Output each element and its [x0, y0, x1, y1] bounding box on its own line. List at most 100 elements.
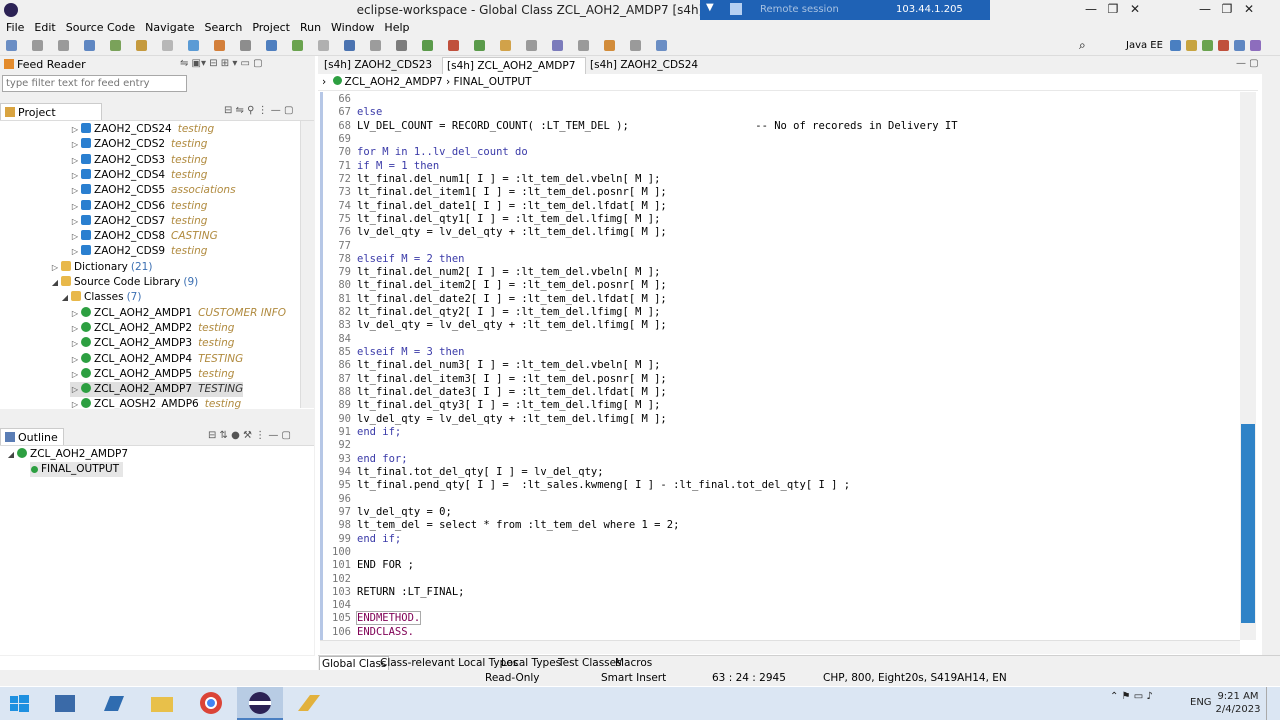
- tree-item[interactable]: ▷ ZCL_AOH2_AMDP4 TESTING: [70, 352, 243, 367]
- tree-item[interactable]: ▷ ZCL_AOH2_AMDP3 testing: [70, 336, 234, 351]
- toolbar-icon[interactable]: [318, 40, 329, 51]
- code-line[interactable]: 105 ENDMETHOD.: [323, 611, 422, 626]
- code-line[interactable]: 101 END FOR ;: [323, 559, 414, 572]
- toolbar-icon[interactable]: [370, 40, 381, 51]
- code-editor[interactable]: 66 67 else 68 LV_DEL_COUNT = RECORD_COUNT( :…: [320, 92, 1240, 640]
- toolbar-icon[interactable]: [474, 40, 485, 51]
- tree-item[interactable]: ▷ ZCL_AOH2_AMDP1 CUSTOMER INFO: [70, 306, 286, 321]
- file-explorer-app[interactable]: [139, 687, 185, 720]
- show-desktop-button[interactable]: [1266, 687, 1280, 720]
- toolbar-icon[interactable]: [266, 40, 277, 51]
- code-line[interactable]: 83 lv_del_qty = lv_del_qty + :lt_tem_del.…: [323, 319, 666, 332]
- tree-item[interactable]: ▷ ZCL_AOSH2_AMDP6 testing: [70, 397, 241, 409]
- perspective-icon[interactable]: [1218, 40, 1229, 51]
- outline-method[interactable]: FINAL_OUTPUT: [30, 462, 124, 477]
- code-line[interactable]: 89 lt_final.del_qty3[ I ] = :lt_tem_del.l…: [323, 399, 660, 412]
- code-line[interactable]: 70 for M in 1..lv_del_count do: [323, 146, 527, 159]
- twisty-icon[interactable]: ▷: [70, 122, 80, 137]
- minimize-icon[interactable]: —: [1080, 2, 1102, 16]
- menu-run[interactable]: Run: [300, 20, 321, 36]
- toolbar-icon[interactable]: [84, 40, 95, 51]
- editor-horizontal-scrollbar[interactable]: [320, 640, 1240, 654]
- twisty-icon[interactable]: ▷: [70, 153, 80, 168]
- toolbar-icon[interactable]: [604, 40, 615, 51]
- code-line[interactable]: 84: [323, 333, 357, 346]
- menu-help[interactable]: Help: [384, 20, 409, 36]
- code-line[interactable]: 82 lt_final.del_qty2[ I ] = :lt_tem_del.l…: [323, 306, 660, 319]
- close-icon[interactable]: ✕: [1238, 2, 1260, 16]
- code-line[interactable]: 91 end if;: [323, 426, 401, 439]
- tree-item[interactable]: ▷ ZAOH2_CDS8 CASTING: [70, 229, 218, 244]
- twisty-icon[interactable]: ▷: [70, 214, 80, 229]
- code-line[interactable]: 103 RETURN :LT_FINAL;: [323, 586, 464, 599]
- code-line[interactable]: 97 lv_del_qty = 0;: [323, 506, 451, 519]
- tray-icons[interactable]: ⌃ ⚑ ▭ ♪: [1110, 691, 1153, 702]
- code-line[interactable]: 80 lt_final.del_item2[ I ] = :lt_tem_del.…: [323, 279, 666, 292]
- twisty-icon[interactable]: ▷: [70, 397, 80, 409]
- editor-scrollbar-thumb[interactable]: [1241, 424, 1255, 623]
- tree-item[interactable]: ▷ ZAOH2_CDS2 testing: [70, 137, 207, 152]
- toolbar-icon[interactable]: [656, 40, 667, 51]
- toolbar-icon[interactable]: [58, 40, 69, 51]
- perspective-icon[interactable]: [1202, 40, 1213, 51]
- twisty-icon[interactable]: ▷: [70, 244, 80, 259]
- code-line[interactable]: 98 lt_tem_del = select * from :lt_tem_del…: [323, 519, 679, 532]
- toolbar-icon[interactable]: [32, 40, 43, 51]
- perspective-icon[interactable]: [1234, 40, 1245, 51]
- code-line[interactable]: 99 end if;: [323, 533, 401, 546]
- outline-tab[interactable]: Outline ✕: [0, 428, 64, 462]
- toolbar-icon[interactable]: [500, 40, 511, 51]
- toolbar-icon[interactable]: [6, 40, 17, 51]
- twisty-icon[interactable]: ▷: [70, 367, 80, 382]
- code-line[interactable]: 87 lt_final.del_item3[ I ] = :lt_tem_del.…: [323, 373, 666, 386]
- code-line[interactable]: 90 lv_del_qty = lv_del_qty + :lt_tem_del.…: [323, 413, 666, 426]
- twisty-icon[interactable]: ▷: [50, 260, 60, 275]
- menu-search[interactable]: Search: [205, 20, 243, 36]
- editor-tab-amdp7[interactable]: [s4h] ZCL_AOH2_AMDP7: [442, 57, 586, 74]
- code-line[interactable]: 77: [323, 240, 357, 253]
- tree-item[interactable]: ▷ ZAOH2_CDS5 associations: [70, 183, 236, 198]
- editor-tab-cds24[interactable]: [s4h] ZAOH2_CDS24: [586, 57, 706, 74]
- toolbar-icon[interactable]: [396, 40, 407, 51]
- code-line[interactable]: 86 lt_final.del_num3[ I ] = :lt_tem_del.v…: [323, 359, 660, 372]
- outline-root[interactable]: ◢ ZCL_AOH2_AMDP7: [6, 447, 128, 462]
- tree-item[interactable]: ▷ ZAOH2_CDS4 testing: [70, 168, 207, 183]
- twisty-icon[interactable]: ▷: [70, 352, 80, 367]
- toolbar-icon[interactable]: [136, 40, 147, 51]
- feed-reader-tab[interactable]: Feed Reader: [0, 56, 185, 74]
- perspective-icon[interactable]: [1250, 40, 1261, 51]
- tree-item[interactable]: ▷ ZCL_AOH2_AMDP7 TESTING: [70, 382, 244, 398]
- search-icon[interactable]: ⌕: [1079, 38, 1086, 53]
- twisty-icon[interactable]: ▷: [70, 336, 80, 351]
- code-line[interactable]: 79 lt_final.del_num2[ I ] = :lt_tem_del.v…: [323, 266, 660, 279]
- code-line[interactable]: 92: [323, 439, 357, 452]
- code-line[interactable]: 73 lt_final.del_item1[ I ] = :lt_tem_del.…: [323, 186, 666, 199]
- code-line[interactable]: 69: [323, 133, 357, 146]
- toolbar-icon[interactable]: [422, 40, 433, 51]
- toolbar-icon[interactable]: [578, 40, 589, 51]
- tree-item[interactable]: ◢ Classes (7): [60, 290, 141, 305]
- eclipse-app[interactable]: [237, 687, 283, 720]
- toolbar-icon[interactable]: [344, 40, 355, 51]
- toolbar-icon[interactable]: [292, 40, 303, 51]
- clock[interactable]: 9:21 AM 2/4/2023: [1213, 690, 1263, 716]
- editor-tab-cds23[interactable]: [s4h] ZAOH2_CDS23: [320, 57, 442, 74]
- code-line[interactable]: 102: [323, 573, 357, 586]
- perspective-icon[interactable]: [1170, 40, 1181, 51]
- toolbar-icon[interactable]: [240, 40, 251, 51]
- input-language[interactable]: ENG: [1190, 697, 1212, 708]
- twisty-icon[interactable]: ▷: [70, 199, 80, 214]
- remote-session-bar[interactable]: ▼ Remote session 103.44.1.205: [700, 0, 990, 20]
- toolbar-icon[interactable]: [448, 40, 459, 51]
- chevron-down-icon[interactable]: ▼: [706, 2, 714, 13]
- tree-item[interactable]: ▷ ZCL_AOH2_AMDP2 testing: [70, 321, 234, 336]
- tab-local-types[interactable]: Local Types: [499, 656, 563, 670]
- twisty-icon[interactable]: ▷: [70, 382, 80, 397]
- menu-navigate[interactable]: Navigate: [145, 20, 194, 36]
- twisty-icon[interactable]: ▷: [70, 306, 80, 321]
- code-line[interactable]: 72 lt_final.del_num1[ I ] = :lt_tem_del.v…: [323, 173, 660, 186]
- code-line[interactable]: 78 elseif M = 2 then: [323, 253, 464, 266]
- code-line[interactable]: 68 LV_DEL_COUNT = RECORD_COUNT( :LT_TEM_D…: [323, 120, 957, 133]
- tree-scrollbar[interactable]: [300, 121, 314, 408]
- code-line[interactable]: 88 lt_final.del_date3[ I ] = :lt_tem_del.…: [323, 386, 666, 399]
